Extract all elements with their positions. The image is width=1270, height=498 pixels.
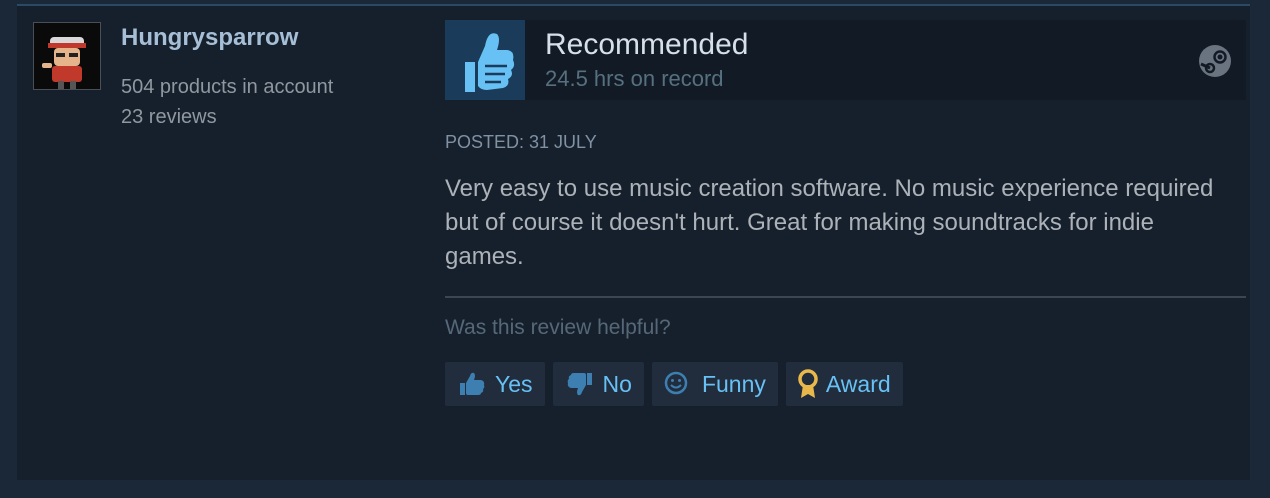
review-body: Very easy to use music creation software… xyxy=(445,175,1214,270)
posted-date: POSTED: 31 JULY xyxy=(445,132,597,152)
helpful-question: Was this review helpful? xyxy=(445,316,671,339)
vote-yes-button[interactable]: Yes xyxy=(445,362,545,406)
author-name[interactable]: Hungrysparrow xyxy=(121,24,298,52)
thumbs-up-icon xyxy=(455,371,489,397)
award-label: Award xyxy=(825,370,891,397)
thumbs-up-icon xyxy=(445,20,525,100)
thumbs-down-icon xyxy=(563,371,597,397)
vote-funny-label: Funny xyxy=(701,370,766,397)
hours-on-record: 24.5 hrs on record xyxy=(545,66,724,91)
vote-no-button[interactable]: No xyxy=(552,362,644,406)
steam-icon xyxy=(1198,44,1232,83)
vote-yes-label: Yes xyxy=(495,370,533,397)
review-card: Hungrysparrow 504 products in account 23… xyxy=(17,4,1250,480)
avatar[interactable] xyxy=(33,22,101,90)
smiley-icon xyxy=(662,371,696,397)
author-products-count[interactable]: 504 products in account xyxy=(121,76,333,99)
recommendation-title: Recommended xyxy=(545,28,749,61)
vote-buttons: Yes No Funny Award xyxy=(445,362,903,406)
vote-funny-button[interactable]: Funny xyxy=(651,362,778,406)
recommendation-banner[interactable]: Recommended 24.5 hrs on record xyxy=(445,20,1246,100)
award-button[interactable]: Award xyxy=(785,362,903,406)
vote-no-label: No xyxy=(602,370,632,397)
author-reviews-count[interactable]: 23 reviews xyxy=(121,106,217,129)
award-ribbon-icon xyxy=(796,369,820,399)
divider xyxy=(445,296,1246,298)
